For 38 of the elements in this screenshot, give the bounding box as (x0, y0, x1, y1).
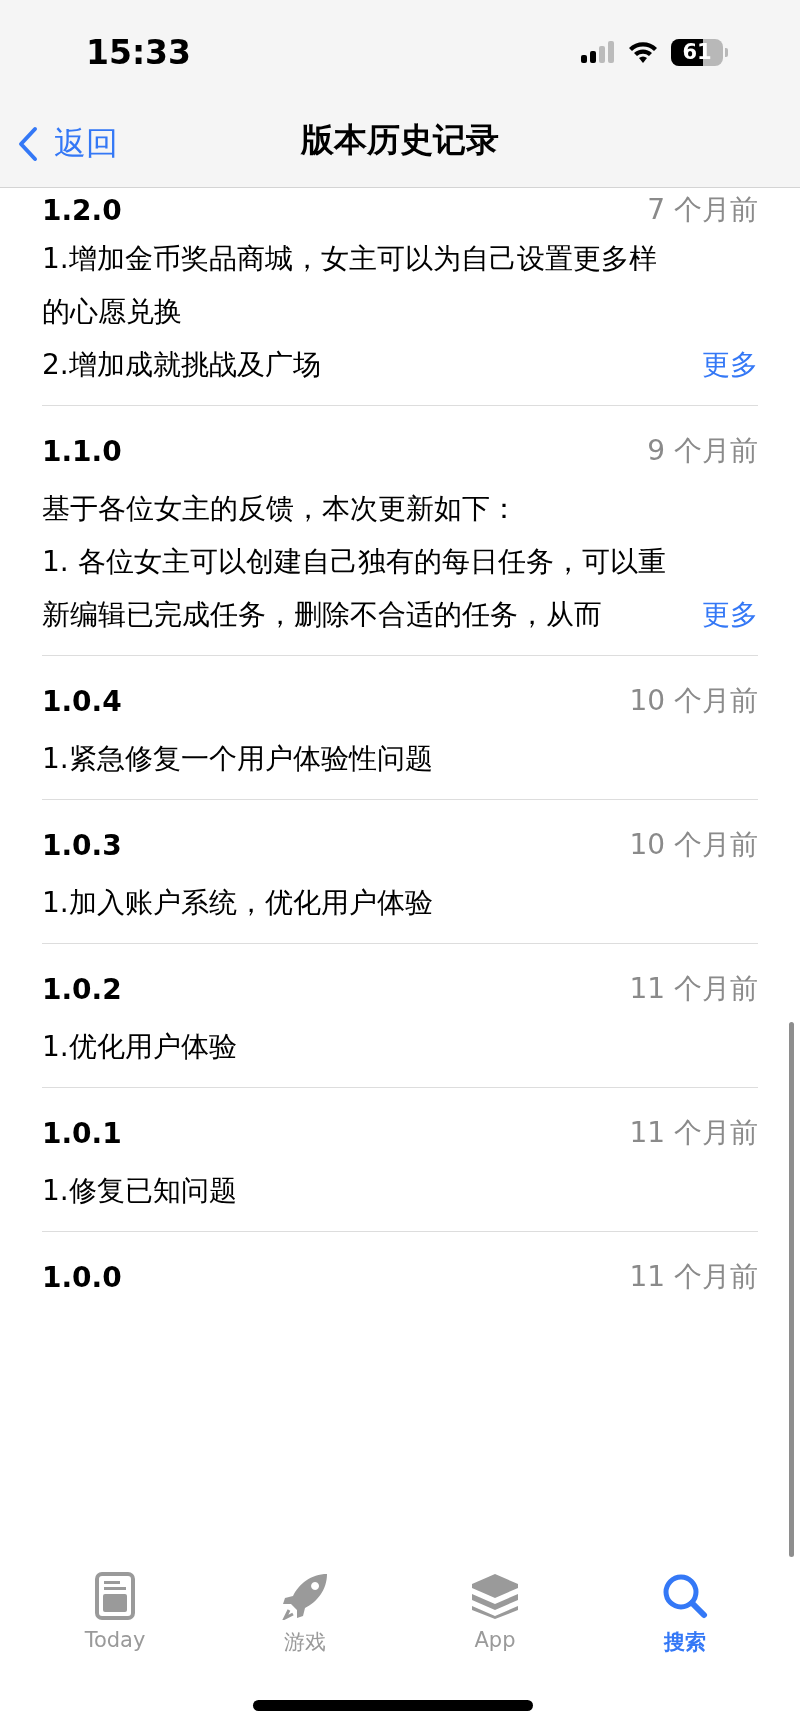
tab-bar-item[interactable]: 游戏 (245, 1570, 365, 1656)
wifi-icon (627, 40, 659, 64)
page-title: 版本历史记录 (301, 119, 499, 161)
version-number: 1.0.0 (42, 1260, 122, 1294)
version-number: 1.1.0 (42, 434, 122, 468)
release-note-line: 1. 各位女主可以创建自己独有的每日任务，可以重 (42, 543, 666, 580)
tab-bar-item[interactable]: Today (55, 1570, 175, 1656)
release-date: 9 个月前 (647, 433, 758, 469)
release-note-line: 的心愿兑换 (42, 293, 182, 330)
signal-icon (581, 41, 615, 63)
release-date: 11 个月前 (629, 1259, 758, 1295)
rocket-icon (281, 1572, 329, 1620)
release-note-line: 1.增加金币奖品商城，女主可以为自己设置更多样 (42, 240, 657, 277)
release-note-line: 1.加入账户系统，优化用户体验 (42, 884, 433, 921)
version-number: 1.0.2 (42, 972, 122, 1006)
release-note-line: 新编辑已完成任务，删除不合适的任务，从而 (42, 596, 602, 633)
version-number: 1.2.0 (42, 193, 122, 227)
release-note-line: 2.增加成就挑战及广场 (42, 346, 321, 383)
search-icon (662, 1573, 708, 1619)
version-number: 1.0.1 (42, 1116, 122, 1150)
tab-bar-item[interactable]: App (435, 1570, 555, 1656)
release-note-line: 基于各位女主的反馈，本次更新如下： (42, 490, 518, 527)
release-note-line: 1.修复已知问题 (42, 1172, 237, 1209)
version-number: 1.0.3 (42, 828, 122, 862)
back-button[interactable]: 返回 (18, 122, 118, 166)
tab-bar-item[interactable]: 搜索 (625, 1570, 745, 1656)
release-date: 11 个月前 (629, 1115, 758, 1151)
status-time: 15:33 (86, 32, 192, 72)
release-date: 10 个月前 (629, 827, 758, 863)
release-date: 11 个月前 (629, 971, 758, 1007)
release-date: 10 个月前 (629, 683, 758, 719)
chevron-left-icon (18, 126, 38, 162)
release-date: 7 个月前 (647, 192, 758, 228)
release-note-line: 1.紧急修复一个用户体验性问题 (42, 740, 433, 777)
today-icon (95, 1572, 135, 1620)
version-number: 1.0.4 (42, 684, 122, 718)
release-note-line: 1.优化用户体验 (42, 1028, 237, 1065)
layers-icon (470, 1572, 520, 1620)
